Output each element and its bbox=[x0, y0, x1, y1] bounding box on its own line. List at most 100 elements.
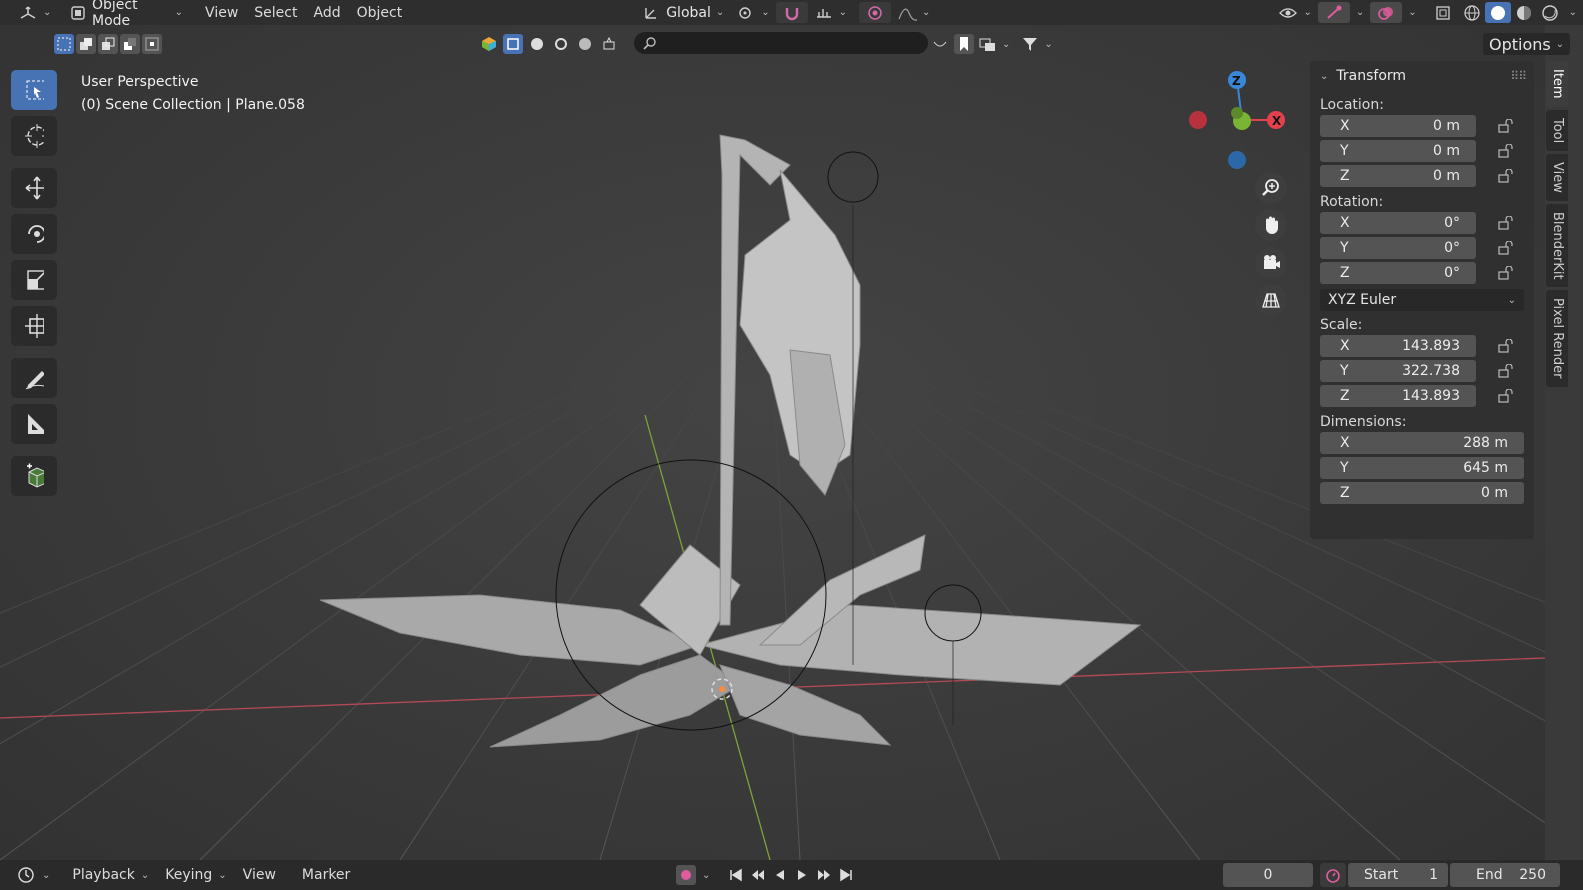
current-frame-field[interactable]: 0 bbox=[1223, 863, 1313, 887]
unlocked-icon[interactable] bbox=[1496, 116, 1516, 136]
shading-solid[interactable] bbox=[1484, 2, 1511, 23]
location-x-field[interactable]: X 0 m bbox=[1320, 115, 1476, 137]
overlay-select[interactable]: ⌄ bbox=[1402, 2, 1422, 23]
visibility-select[interactable]: ⌄ bbox=[1272, 2, 1317, 23]
unlocked-icon[interactable] bbox=[1496, 361, 1516, 381]
tab-blenderkit[interactable]: BlenderKit bbox=[1546, 203, 1568, 288]
scale-z-field[interactable]: Z 143.893 bbox=[1320, 385, 1476, 407]
bookmark-icon[interactable] bbox=[954, 34, 974, 54]
scale-x-field[interactable]: X 143.893 bbox=[1320, 335, 1476, 357]
rotation-mode-select[interactable]: XYZ Euler ⌄ bbox=[1320, 289, 1524, 311]
transform-panel-header[interactable]: ⌄ Transform bbox=[1310, 61, 1534, 91]
overlay-toggle[interactable] bbox=[1370, 2, 1403, 23]
world-filter-icon[interactable] bbox=[575, 34, 595, 54]
light-filter-icon[interactable] bbox=[551, 34, 571, 54]
select-intersect-icon[interactable] bbox=[142, 34, 162, 54]
proportional-edit-toggle[interactable] bbox=[859, 2, 892, 23]
scale-y-field[interactable]: Y 322.738 bbox=[1320, 360, 1476, 382]
shading-wireframe[interactable] bbox=[1459, 2, 1485, 23]
object-filter-icon[interactable] bbox=[503, 34, 523, 54]
camera-filter-icon[interactable] bbox=[599, 34, 619, 54]
menu-timeline-view[interactable]: View bbox=[235, 862, 284, 888]
dimensions-y-field[interactable]: Y 645 m bbox=[1320, 457, 1524, 479]
display-mode-icon[interactable] bbox=[978, 34, 998, 54]
select-invert-icon[interactable] bbox=[120, 34, 140, 54]
play-reverse-icon[interactable] bbox=[770, 865, 790, 885]
select-new-icon[interactable] bbox=[54, 34, 74, 54]
prev-keyframe-icon[interactable] bbox=[748, 865, 768, 885]
start-frame-field[interactable]: Start 1 bbox=[1348, 863, 1448, 887]
chevron-down-icon[interactable]: ⌄ bbox=[1002, 39, 1010, 50]
options-button[interactable]: Options ⌄ bbox=[1483, 33, 1571, 55]
chevron-down-icon[interactable]: ⌄ bbox=[1044, 39, 1052, 50]
tab-item[interactable]: Item bbox=[1546, 61, 1568, 107]
shading-material[interactable] bbox=[1511, 2, 1537, 23]
select-extend-icon[interactable] bbox=[76, 34, 96, 54]
fake-user-icon[interactable] bbox=[930, 34, 950, 54]
proportional-falloff-select[interactable]: ⌄ bbox=[891, 2, 936, 23]
menu-select[interactable]: Select bbox=[246, 0, 305, 25]
gizmo-toggle[interactable] bbox=[1317, 2, 1350, 23]
shading-options-select[interactable]: ⌄ bbox=[1563, 2, 1583, 23]
ortho-toggle-button[interactable] bbox=[1255, 284, 1287, 316]
location-z-field[interactable]: Z 0 m bbox=[1320, 165, 1476, 187]
rotate-tool[interactable] bbox=[11, 214, 57, 254]
annotate-tool[interactable] bbox=[11, 358, 57, 398]
select-box-tool[interactable] bbox=[11, 70, 57, 110]
search-input[interactable] bbox=[634, 32, 928, 54]
scale-tool[interactable] bbox=[11, 260, 57, 300]
menu-playback[interactable]: Playback ⌄ bbox=[64, 862, 157, 888]
menu-marker[interactable]: Marker bbox=[294, 862, 358, 888]
shading-rendered[interactable] bbox=[1537, 2, 1563, 23]
rotation-x-field[interactable]: X 0° bbox=[1320, 212, 1476, 234]
unlocked-icon[interactable] bbox=[1496, 141, 1516, 161]
navigation-gizmo[interactable]: Z X bbox=[1180, 68, 1290, 178]
menu-add[interactable]: Add bbox=[305, 0, 348, 25]
preview-range-toggle[interactable] bbox=[1320, 863, 1346, 887]
camera-view-button[interactable] bbox=[1255, 247, 1287, 279]
drag-grip-icon[interactable]: ⠿⠿ bbox=[1510, 69, 1527, 83]
end-frame-field[interactable]: End 250 bbox=[1450, 863, 1560, 887]
auto-keying-toggle[interactable]: ⌄ bbox=[668, 862, 718, 888]
unlocked-icon[interactable] bbox=[1496, 386, 1516, 406]
jump-start-icon[interactable] bbox=[726, 865, 746, 885]
location-y-field[interactable]: Y 0 m bbox=[1320, 140, 1476, 162]
menu-object[interactable]: Object bbox=[349, 0, 411, 25]
mode-select[interactable]: Object Mode ⌄ bbox=[63, 0, 189, 29]
transform-tool[interactable] bbox=[11, 306, 57, 346]
cursor-tool[interactable] bbox=[11, 116, 57, 156]
transform-orientation-select[interactable]: Global ⌄ bbox=[635, 2, 730, 23]
unlocked-icon[interactable] bbox=[1496, 213, 1516, 233]
pan-button[interactable] bbox=[1255, 209, 1287, 241]
sphere-filter-icon[interactable] bbox=[527, 34, 547, 54]
pivot-point-select[interactable]: ⌄ bbox=[730, 2, 775, 23]
cube-colored-icon[interactable] bbox=[479, 34, 499, 54]
snap-target-select[interactable]: ⌄ bbox=[808, 2, 853, 23]
zoom-button[interactable] bbox=[1255, 172, 1287, 204]
unlocked-icon[interactable] bbox=[1496, 238, 1516, 258]
unlocked-icon[interactable] bbox=[1496, 166, 1516, 186]
gizmo-select[interactable]: ⌄ bbox=[1350, 2, 1370, 23]
timeline-editor-type[interactable]: ⌄ bbox=[8, 862, 58, 888]
snap-toggle[interactable] bbox=[775, 2, 808, 23]
dimensions-x-field[interactable]: X 288 m bbox=[1320, 432, 1524, 454]
menu-view[interactable]: View bbox=[197, 0, 246, 25]
filter-icon[interactable] bbox=[1020, 34, 1040, 54]
dimensions-z-field[interactable]: Z 0 m bbox=[1320, 482, 1524, 504]
move-tool[interactable] bbox=[11, 168, 57, 208]
select-subtract-icon[interactable] bbox=[98, 34, 118, 54]
add-cube-tool[interactable] bbox=[11, 456, 57, 496]
xray-toggle[interactable] bbox=[1427, 2, 1459, 23]
axis-gizmo[interactable]: Z X bbox=[1180, 68, 1290, 178]
next-keyframe-icon[interactable] bbox=[814, 865, 834, 885]
menu-keying[interactable]: Keying ⌄ bbox=[157, 862, 234, 888]
play-icon[interactable] bbox=[792, 865, 812, 885]
unlocked-icon[interactable] bbox=[1496, 336, 1516, 356]
editor-type-button[interactable]: ⌄ bbox=[12, 2, 57, 23]
tab-tool[interactable]: Tool bbox=[1546, 109, 1568, 151]
jump-end-icon[interactable] bbox=[836, 865, 856, 885]
unlocked-icon[interactable] bbox=[1496, 263, 1516, 283]
rotation-y-field[interactable]: Y 0° bbox=[1320, 237, 1476, 259]
measure-tool[interactable] bbox=[11, 404, 57, 444]
tab-pixel-render[interactable]: Pixel Render bbox=[1546, 290, 1568, 387]
